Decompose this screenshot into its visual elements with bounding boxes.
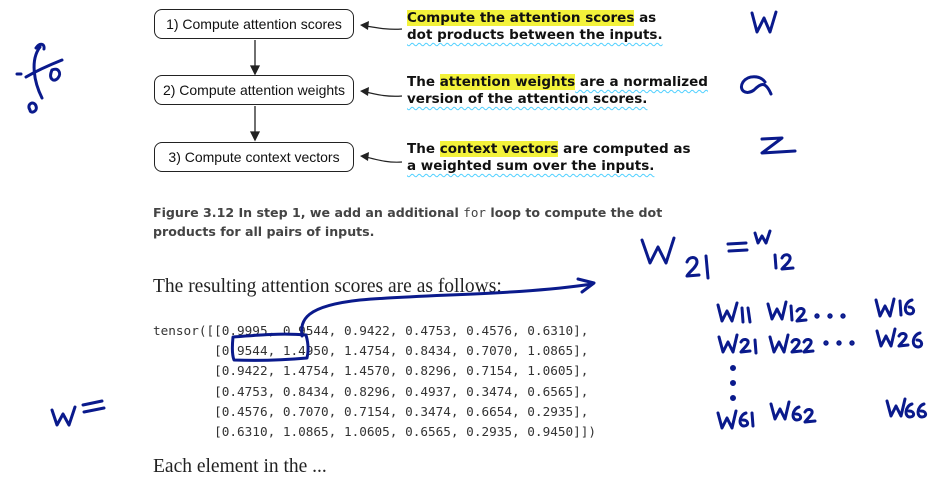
ink-w22 [768, 333, 815, 354]
annotation-overlay [15, 10, 928, 430]
ink-doodle [15, 42, 64, 114]
flow-arrow-2 [249, 106, 261, 142]
flow-arrow-1 [249, 40, 261, 76]
ink-w66 [885, 397, 928, 419]
ink-w12 [753, 229, 772, 245]
note-pointer-3 [360, 152, 403, 163]
ink-w21 [640, 236, 676, 265]
ink-w21-matrix [717, 333, 758, 355]
ink-w12-matrix [766, 300, 808, 323]
note-pointer-1 [360, 21, 403, 30]
ink-arrow [300, 282, 594, 338]
ink-alpha [739, 75, 773, 96]
ink-w62 [769, 400, 817, 424]
ink-w11 [716, 301, 752, 324]
ink-w61 [716, 409, 755, 430]
ink-w-dash [50, 399, 106, 427]
ink-box-highlight [230, 332, 310, 362]
ink-w26 [875, 327, 924, 349]
ink-w-top [750, 10, 778, 34]
note-pointer-2 [360, 87, 403, 97]
ink-w16 [874, 297, 916, 318]
ink-z [760, 136, 797, 155]
